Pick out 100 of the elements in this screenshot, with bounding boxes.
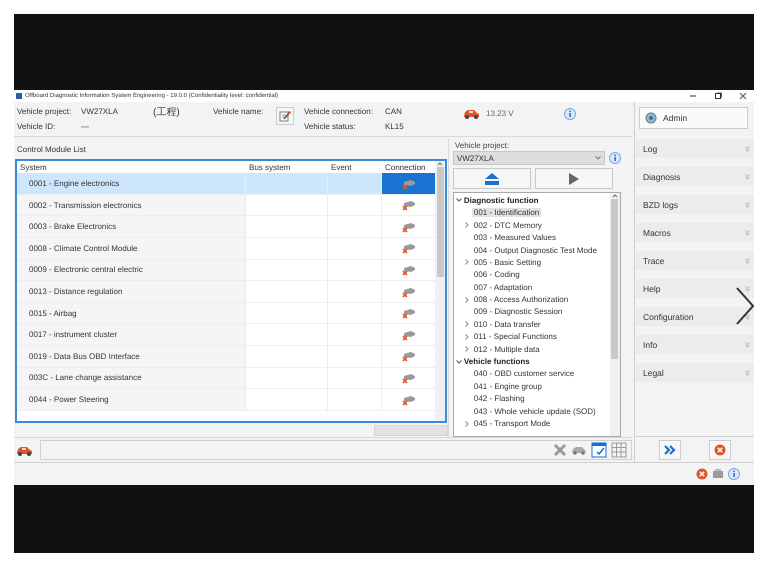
field-value: CAN [385, 107, 403, 116]
table-row[interactable]: 0003 - Brake Electronics [17, 216, 435, 238]
dropdown-value: VW27XLA [456, 154, 494, 163]
tree-item[interactable]: 008 - Access Authorization [472, 295, 570, 304]
close-icon [739, 92, 747, 100]
plug-icon [402, 199, 416, 212]
info-icon[interactable] [564, 108, 576, 120]
sidebar-item[interactable]: Info [635, 335, 754, 354]
tree-group[interactable]: Vehicle functions [454, 355, 610, 368]
tree-item[interactable]: 007 - Adaptation [472, 282, 534, 292]
sidebar-item[interactable]: BZD logs [635, 195, 754, 214]
tree-group[interactable]: Diagnostic function [454, 194, 610, 207]
double-chevron-icon [745, 202, 750, 208]
field-label: Vehicle name: [213, 107, 264, 116]
tree-item[interactable]: 040 - OBD customer service [472, 369, 576, 378]
device-icon[interactable] [712, 468, 724, 480]
tree-item[interactable]: 006 - Coding [472, 270, 522, 280]
close-icon [714, 444, 726, 456]
user-settings-icon [644, 111, 658, 126]
table-row[interactable]: 0013 - Distance regulation [17, 281, 435, 303]
tree-item[interactable]: 011 - Special Functions [472, 332, 559, 342]
tree-item[interactable]: 042 - Flashing [472, 394, 527, 404]
column-header[interactable]: Connection [382, 162, 435, 172]
info-icon[interactable] [728, 468, 740, 480]
car-icon [463, 107, 480, 120]
user-button[interactable]: Admin [639, 107, 748, 130]
sidebar-item[interactable]: Diagnosis [635, 167, 754, 186]
double-chevron-icon [745, 258, 750, 264]
eject-button[interactable] [452, 168, 531, 190]
cross-icon[interactable] [553, 443, 567, 458]
tree-item[interactable]: 005 - Basic Setting [472, 258, 544, 267]
tree-item[interactable]: 041 - Engine group [472, 382, 544, 391]
table-row[interactable]: 003C - Lane change assistance [17, 368, 435, 390]
project-dropdown[interactable]: VW27XLA [452, 151, 605, 166]
play-icon [568, 172, 580, 186]
double-chevron-icon [745, 174, 750, 180]
car-icon[interactable] [571, 445, 587, 456]
plug-icon [402, 372, 416, 384]
edit-button[interactable] [276, 107, 294, 126]
play-button[interactable] [534, 168, 613, 190]
error-icon[interactable] [696, 468, 708, 480]
table-row[interactable]: 0017 - instrument cluster [17, 324, 435, 346]
scrollbar[interactable] [374, 425, 448, 436]
table-cell: 0019 - Data Bus OBD Interface [17, 346, 246, 367]
forward-button[interactable] [658, 440, 680, 460]
tree-item[interactable]: 009 - Diagnostic Session [472, 307, 564, 316]
double-chevron-icon [745, 146, 750, 152]
table-cell: 0015 - Airbag [17, 302, 246, 324]
table-row[interactable]: 0015 - Airbag [17, 302, 435, 324]
table-cell: 0002 - Transmission electronics [17, 194, 246, 216]
table-cell: 0001 - Engine electronics [17, 173, 246, 194]
plug-icon [402, 286, 416, 298]
restore-icon [714, 92, 722, 100]
edit-icon [279, 110, 291, 122]
tree-item[interactable]: 001 - Identification [472, 208, 542, 218]
plug-icon [402, 328, 416, 341]
tree-item[interactable]: 003 - Measured Values [472, 233, 558, 242]
table-row[interactable]: 0019 - Data Bus OBD Interface [17, 346, 435, 368]
tree-item[interactable]: 012 - Multiple data [472, 344, 542, 354]
table-row[interactable]: 0002 - Transmission electronics [17, 194, 435, 216]
table-cell: 0008 - Climate Control Module [17, 238, 246, 259]
info-icon[interactable] [608, 152, 621, 164]
sidebar-item[interactable]: Legal [635, 363, 754, 382]
double-chevron-icon [745, 370, 750, 376]
plug-icon [402, 350, 416, 362]
calendar-check-icon[interactable] [591, 442, 607, 458]
scrollbar[interactable] [435, 161, 445, 422]
column-header[interactable]: System [17, 162, 246, 172]
plug-icon [402, 178, 416, 190]
double-chevron-icon [745, 342, 750, 348]
grid-icon[interactable] [611, 442, 627, 458]
double-chevron-icon [745, 314, 750, 320]
field-value: KL15 [385, 122, 405, 132]
sidebar-item[interactable]: Trace [635, 251, 754, 270]
table-row[interactable]: 0009 - Electronic central electric [17, 260, 435, 282]
column-header[interactable]: Bus system [246, 162, 328, 172]
plug-icon [402, 394, 416, 406]
close-button[interactable] [708, 440, 730, 460]
table-row[interactable]: 0044 - Power Steering [17, 389, 435, 411]
car-icon[interactable] [16, 444, 33, 456]
sidebar-item[interactable]: Macros [635, 223, 754, 242]
carousel-next-icon[interactable] [734, 286, 756, 326]
scroll-up-icon [612, 193, 618, 200]
tree-item[interactable]: 010 - Data transfer [472, 320, 543, 329]
project-note: (工程) [153, 106, 181, 119]
tree-item[interactable]: 002 - DTC Memory [472, 220, 544, 230]
plug-icon [402, 220, 416, 233]
column-header[interactable]: Event [328, 162, 382, 172]
sidebar-item[interactable]: Configuration [635, 307, 754, 326]
tree-item[interactable]: 004 - Output Diagnostic Test Mode [472, 246, 599, 255]
scrollbar[interactable] [610, 193, 620, 436]
table-cell: 003C - Lane change assistance [17, 368, 246, 388]
app-icon [16, 93, 22, 100]
tree-item[interactable]: 045 - Transport Mode [472, 419, 552, 428]
table-cell: 0009 - Electronic central electric [17, 260, 246, 280]
table-row[interactable]: 0001 - Engine electronics [17, 173, 435, 195]
sidebar-item[interactable]: Log [635, 139, 754, 158]
table-row[interactable]: 0008 - Climate Control Module [17, 238, 435, 260]
sidebar-item[interactable]: Help [635, 279, 754, 298]
tree-item[interactable]: 043 - Whole vehicle update (SOD) [472, 406, 598, 416]
